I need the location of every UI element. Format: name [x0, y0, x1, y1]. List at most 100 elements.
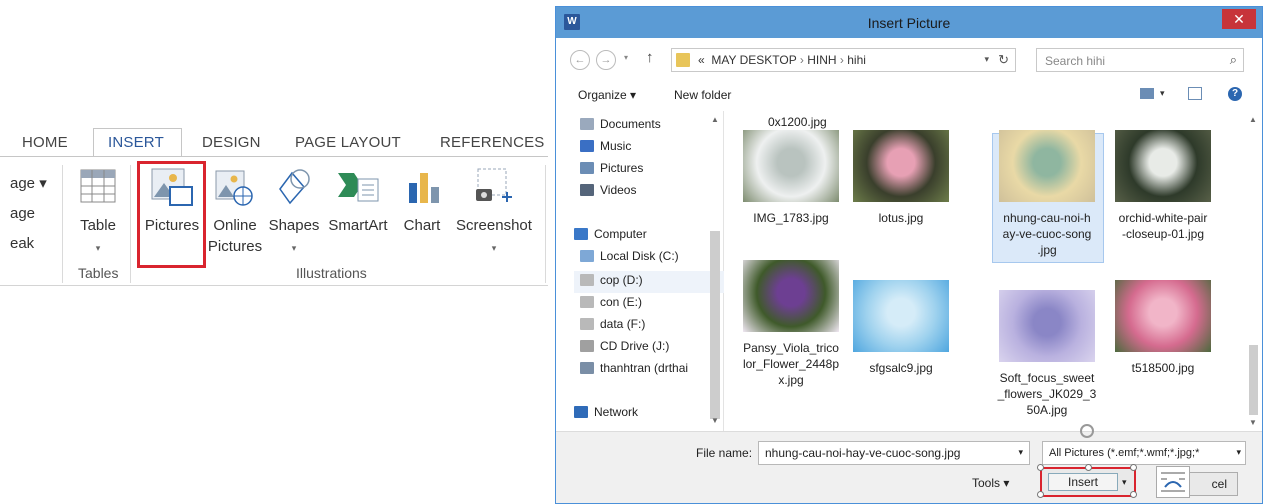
- file-item[interactable]: t518500.jpg: [1108, 280, 1218, 376]
- chevron-down-icon: ▾: [291, 243, 297, 253]
- address-dropdown-icon[interactable]: ▾: [984, 54, 989, 65]
- file-name-line: 50A.jpg: [1026, 403, 1068, 417]
- preview-pane-icon[interactable]: [1188, 87, 1202, 100]
- file-name-line: orchid-white-pair: [1118, 211, 1208, 225]
- smartart-button[interactable]: SmartArt: [322, 215, 394, 236]
- refresh-icon[interactable]: ↻: [998, 52, 1009, 68]
- chevron-down-icon: ▾: [95, 243, 101, 253]
- resize-handle: [1085, 464, 1092, 471]
- close-button[interactable]: ✕: [1222, 9, 1256, 29]
- online-pictures-icon: [215, 170, 253, 206]
- file-name-input[interactable]: nhung-cau-noi-hay-ve-cuoc-song.jpg ▾: [758, 441, 1030, 465]
- scroll-thumb[interactable]: [710, 231, 720, 419]
- search-icon: ⌕: [1229, 52, 1237, 67]
- back-arrow-icon[interactable]: ←: [570, 50, 590, 70]
- search-input[interactable]: Search hihi ⌕: [1036, 48, 1244, 72]
- partial-label-3[interactable]: eak: [10, 233, 34, 254]
- file-type-select[interactable]: All Pictures (*.emf;*.wmf;*.jpg;* ▾: [1042, 441, 1246, 465]
- music-icon: [580, 140, 594, 152]
- table-icon: [80, 169, 116, 203]
- file-item[interactable]: IMG_1783.jpg: [736, 130, 846, 226]
- align-layout-icon[interactable]: [1156, 466, 1190, 498]
- image-thumbnail: [999, 130, 1095, 202]
- partial-label-1[interactable]: age ▾: [10, 173, 47, 194]
- nav-item-cop-d[interactable]: cop (D:): [580, 273, 643, 293]
- shapes-button[interactable]: Shapes ▾: [266, 215, 322, 259]
- up-arrow-icon[interactable]: ↑: [646, 49, 654, 66]
- nav-label: Videos: [600, 183, 637, 197]
- new-folder-button[interactable]: New folder: [674, 88, 731, 102]
- nav-item-network[interactable]: Network: [574, 405, 638, 425]
- nav-item-network-share[interactable]: thanhtran (drthai: [580, 361, 688, 381]
- nav-item-con-e[interactable]: con (E:): [580, 295, 642, 315]
- chevron-down-icon[interactable]: ▾: [1236, 447, 1241, 458]
- file-item[interactable]: Soft_focus_sweet _flowers_JK029_3 50A.jpg: [992, 290, 1102, 418]
- tab-page-layout[interactable]: PAGE LAYOUT: [295, 134, 401, 151]
- scroll-up-icon[interactable]: ▲: [1249, 115, 1257, 124]
- tab-references[interactable]: REFERENCES: [440, 134, 545, 151]
- file-name-line: lor_Flower_2448p: [742, 357, 840, 371]
- nav-item-data-f[interactable]: data (F:): [580, 317, 645, 337]
- nav-scrollbar[interactable]: ▲ ▼: [708, 111, 722, 427]
- online-label-line-1: Online: [213, 217, 257, 234]
- group-separator: [545, 165, 546, 283]
- file-name-line: .jpg: [1037, 243, 1057, 257]
- nav-label: con (E:): [600, 295, 643, 309]
- breadcrumb-hinh[interactable]: HINH: [807, 53, 836, 67]
- scroll-thumb[interactable]: [1249, 345, 1258, 415]
- chevron-down-icon[interactable]: ▾: [1018, 447, 1023, 458]
- nav-label: Network: [594, 405, 639, 419]
- layout-options-icon: [1161, 472, 1185, 492]
- insert-button[interactable]: Insert: [1048, 473, 1118, 491]
- nav-item-computer[interactable]: Computer: [574, 227, 647, 247]
- smartart-icon: [338, 173, 379, 202]
- group-label-tables: Tables: [78, 265, 119, 281]
- screenshot-label: Screenshot: [456, 217, 532, 234]
- scroll-down-icon[interactable]: ▼: [711, 416, 719, 425]
- view-options-icon[interactable]: [1140, 88, 1154, 99]
- organize-button[interactable]: Organize ▾: [578, 88, 636, 102]
- tools-menu[interactable]: Tools ▾: [972, 476, 1009, 490]
- files-scrollbar[interactable]: ▲ ▼: [1246, 115, 1260, 431]
- file-item[interactable]: Pansy_Viola_trico lor_Flower_2448p x.jpg: [736, 260, 846, 388]
- file-name-value: nhung-cau-noi-hay-ve-cuoc-song.jpg: [765, 446, 961, 460]
- title-bar[interactable]: W Insert Picture ✕: [556, 7, 1262, 38]
- screenshot-button[interactable]: Screenshot ▾: [452, 215, 536, 259]
- forward-arrow-icon[interactable]: →: [596, 50, 616, 70]
- file-label-partial[interactable]: 0x1200.jpg: [768, 115, 827, 129]
- nav-item-documents[interactable]: Documents: [580, 117, 661, 137]
- dialog-title: Insert Picture: [867, 15, 951, 31]
- recent-dropdown-icon[interactable]: ▾: [624, 53, 628, 62]
- group-separator: [130, 165, 131, 283]
- file-item[interactable]: sfgsalc9.jpg: [846, 280, 956, 376]
- scroll-down-icon[interactable]: ▼: [1249, 418, 1257, 427]
- help-icon[interactable]: ?: [1228, 87, 1242, 101]
- nav-item-music[interactable]: Music: [580, 139, 631, 159]
- nav-item-cd-drive-j[interactable]: CD Drive (J:): [580, 339, 669, 359]
- address-row: ← → ▾ ↑ « MAY DESKTOP › HINH › hihi ▾ ↻ …: [556, 45, 1262, 75]
- tab-home[interactable]: HOME: [22, 134, 68, 151]
- file-item[interactable]: lotus.jpg: [846, 130, 956, 226]
- file-item[interactable]: orchid-white-pair -closeup-01.jpg: [1108, 130, 1218, 242]
- file-item[interactable]: nhung-cau-noi-h ay-ve-cuoc-song .jpg: [992, 130, 1102, 258]
- tab-insert[interactable]: INSERT: [108, 134, 164, 151]
- drive-icon: [580, 318, 594, 330]
- chart-button[interactable]: Chart: [398, 215, 446, 236]
- online-pictures-button[interactable]: Online Pictures: [206, 215, 264, 257]
- address-bar[interactable]: « MAY DESKTOP › HINH › hihi ▾ ↻: [671, 48, 1016, 72]
- view-dropdown-icon[interactable]: ▾: [1160, 88, 1165, 99]
- breadcrumb-may-desktop[interactable]: MAY DESKTOP: [711, 53, 796, 67]
- word-ribbon: HOME INSERT DESIGN PAGE LAYOUT REFERENCE…: [0, 120, 548, 290]
- breadcrumb-hihi[interactable]: hihi: [847, 53, 866, 67]
- nav-item-local-disk-c[interactable]: Local Disk (C:): [580, 249, 679, 269]
- tab-design[interactable]: DESIGN: [202, 134, 261, 151]
- breadcrumb-prefix[interactable]: «: [698, 53, 705, 67]
- nav-item-pictures[interactable]: Pictures: [580, 161, 643, 181]
- partial-label-2[interactable]: age: [10, 203, 35, 224]
- scroll-up-icon[interactable]: ▲: [711, 115, 719, 124]
- file-name-line: sfgsalc9.jpg: [869, 361, 933, 375]
- table-button[interactable]: Table ▾: [72, 215, 124, 259]
- table-label: Table: [80, 217, 116, 234]
- insert-dropdown-icon[interactable]: ▾: [1122, 473, 1132, 491]
- nav-item-videos[interactable]: Videos: [580, 183, 636, 203]
